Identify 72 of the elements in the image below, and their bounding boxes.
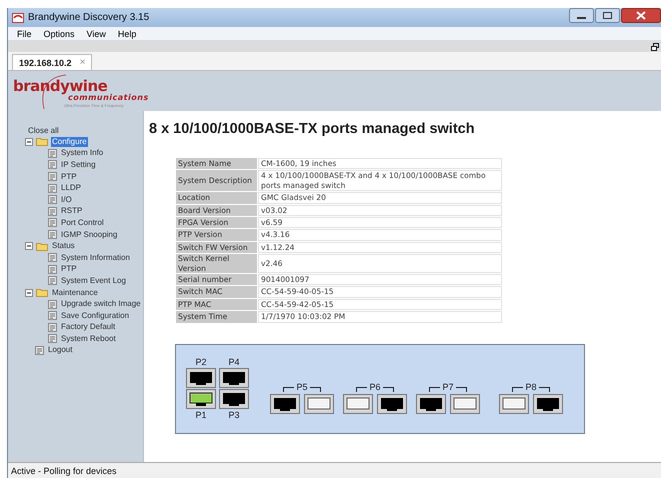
page-icon <box>48 300 57 309</box>
tree-item[interactable]: System Information <box>60 252 131 263</box>
tree-item[interactable]: Status <box>51 241 76 252</box>
tree-item[interactable]: System Event Log <box>60 276 127 286</box>
tree-item[interactable]: PTP <box>60 264 78 274</box>
port-label: P2 <box>195 357 206 368</box>
tree-item[interactable]: I/O <box>60 194 73 205</box>
tree-item[interactable]: PTP <box>60 172 78 182</box>
tree-item[interactable]: IGMP Snooping <box>60 230 118 240</box>
port-label: P5 <box>296 382 308 392</box>
page-icon <box>48 148 57 158</box>
page-icon <box>48 276 57 286</box>
logo-subtitle: communications <box>68 93 149 102</box>
ethernet-port-icon <box>270 394 300 414</box>
menu-item[interactable]: File <box>16 28 33 38</box>
page-icon <box>48 334 57 344</box>
status-text: Active - Polling for devices <box>11 466 117 476</box>
page-icon <box>48 230 57 240</box>
sfp-port-icon <box>450 394 480 414</box>
close-all-link[interactable]: Close all <box>28 125 59 136</box>
menu-item[interactable]: View <box>86 28 107 38</box>
page-icon <box>48 253 57 262</box>
close-button[interactable] <box>621 8 661 23</box>
sfp-port-icon <box>499 394 529 414</box>
page-icon <box>48 322 57 332</box>
folder-icon <box>36 242 48 251</box>
folder-icon <box>36 137 48 146</box>
maximize-button[interactable] <box>595 8 620 23</box>
page-icon <box>48 160 57 170</box>
tree-item[interactable]: Configure <box>51 136 88 147</box>
ethernet-port-icon <box>533 394 563 414</box>
tab[interactable]: 192.168.10.2 × <box>12 54 92 70</box>
tree-item[interactable]: RSTP <box>60 206 84 216</box>
page-icon <box>48 218 57 228</box>
page-icon <box>48 184 57 193</box>
page-icon <box>48 264 57 274</box>
tree-item[interactable]: Port Control <box>60 218 105 228</box>
tree-item[interactable]: System Info <box>60 148 104 158</box>
folder-icon <box>36 288 48 298</box>
page-icon <box>48 172 57 182</box>
tree-item[interactable]: Factory Default <box>60 322 116 332</box>
port-label: P4 <box>228 357 240 368</box>
page-icon <box>48 311 57 320</box>
app-icon <box>12 12 24 22</box>
sfp-port-icon <box>343 394 373 414</box>
tree-item[interactable]: LLDP <box>60 183 82 194</box>
ethernet-port-icon <box>377 394 407 414</box>
tree-item[interactable]: Upgrade switch Image <box>60 299 142 310</box>
collapse-icon[interactable] <box>25 138 33 146</box>
port-label: P7 <box>442 382 454 392</box>
port-label: P1 <box>195 410 206 420</box>
tree-item[interactable]: IP Setting <box>60 160 97 170</box>
ethernet-port-icon <box>416 394 446 414</box>
menu-item[interactable]: Help <box>116 28 138 38</box>
tree-item[interactable]: Logout <box>47 345 74 356</box>
tree-item[interactable]: System Reboot <box>60 334 117 344</box>
port-label: P8 <box>525 382 536 392</box>
tree-item[interactable]: Save Configuration <box>60 310 130 321</box>
window-title: Brandywine Discovery 3.15 <box>28 12 150 23</box>
page-icon <box>48 206 57 216</box>
page-icon <box>35 346 44 355</box>
page-icon <box>48 195 57 204</box>
page-heading: 8 x 10/100/1000BASE-TX ports managed switch <box>149 121 476 137</box>
menu-item[interactable]: Options <box>42 28 76 38</box>
sfp-port-icon <box>304 394 334 414</box>
collapse-icon[interactable] <box>25 242 33 250</box>
port-label: P3 <box>228 410 240 420</box>
port-label: P6 <box>369 382 380 392</box>
minimize-button[interactable] <box>569 8 594 23</box>
collapse-icon[interactable] <box>25 288 33 297</box>
tree-item[interactable]: Maintenance <box>51 288 99 298</box>
restore-icon[interactable] <box>651 42 659 50</box>
